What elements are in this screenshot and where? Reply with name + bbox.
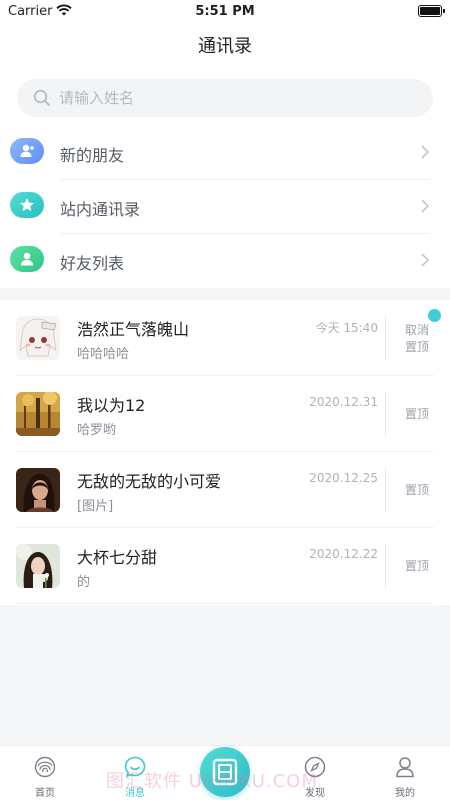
pin-button[interactable]: 置顶 bbox=[396, 406, 438, 423]
search-icon bbox=[33, 89, 50, 106]
chat-name: 大杯七分甜 bbox=[77, 548, 158, 567]
chat-row[interactable]: 无敌的无敌的小可爱 [图片] 2020.12.25 置顶 bbox=[0, 452, 450, 528]
watermark: 图汇软件 UIHHRU.COM bbox=[106, 771, 318, 792]
search-bar[interactable] bbox=[17, 79, 433, 117]
chat-name: 浩然正气落魄山 bbox=[77, 320, 190, 339]
chat-row[interactable]: 浩然正气落魄山 哈哈哈哈 今天 15:40 取消 置顶 bbox=[0, 300, 450, 376]
chat-preview: [图片] bbox=[77, 499, 114, 514]
chat-name: 我以为12 bbox=[77, 396, 146, 415]
chat-row[interactable]: 我以为12 哈罗哟 2020.12.31 置顶 bbox=[0, 376, 450, 452]
divider bbox=[385, 544, 386, 588]
avatar bbox=[16, 468, 60, 512]
chat-list: 浩然正气落魄山 哈哈哈哈 今天 15:40 取消 置顶 我以为12 哈罗哟 20… bbox=[0, 300, 450, 605]
menu-item-label: 新的朋友 bbox=[60, 146, 125, 165]
chat-row[interactable]: 大杯七分甜 的 2020.12.22 置顶 bbox=[0, 528, 450, 604]
chat-name: 无敌的无敌的小可爱 bbox=[77, 472, 222, 491]
friends-list-icon bbox=[10, 246, 44, 272]
menu-item-friends-list[interactable]: 好友列表 bbox=[0, 234, 450, 288]
new-friends-icon bbox=[10, 138, 44, 164]
tab-label: 首页 bbox=[35, 788, 55, 799]
contacts-menu: 新的朋友 站内通讯录 好友列表 bbox=[0, 126, 450, 288]
menu-item-label: 好友列表 bbox=[60, 254, 125, 273]
tab-home[interactable]: 首页 bbox=[0, 746, 90, 800]
nav-header: 通讯录 bbox=[0, 24, 450, 72]
chat-time: 今天 15:40 bbox=[315, 321, 378, 335]
avatar bbox=[16, 316, 60, 360]
chat-preview: 哈罗哟 bbox=[77, 423, 117, 438]
status-bar: Carrier 5:51 PM bbox=[0, 0, 450, 24]
divider bbox=[385, 392, 386, 436]
profile-icon bbox=[396, 757, 414, 778]
pin-button[interactable]: 置顶 bbox=[396, 482, 438, 499]
divider bbox=[385, 316, 386, 360]
unpin-label-line1: 取消 bbox=[404, 323, 429, 337]
battery-icon bbox=[418, 5, 445, 17]
search-section bbox=[0, 72, 450, 128]
menu-item-site-contacts[interactable]: 站内通讯录 bbox=[0, 180, 450, 234]
avatar bbox=[16, 392, 60, 436]
divider bbox=[16, 603, 434, 604]
avatar bbox=[16, 544, 60, 588]
chat-preview: 的 bbox=[77, 575, 91, 590]
chat-time: 2020.12.31 bbox=[309, 395, 378, 409]
unpin-button[interactable]: 取消 置顶 bbox=[396, 322, 438, 356]
chevron-right-icon bbox=[421, 145, 430, 159]
menu-item-new-friends[interactable]: 新的朋友 bbox=[0, 126, 450, 180]
unpin-label-line2: 置顶 bbox=[404, 340, 429, 354]
fingerprint-icon bbox=[34, 756, 56, 778]
search-input[interactable] bbox=[59, 79, 419, 117]
divider bbox=[385, 468, 386, 512]
chevron-right-icon bbox=[421, 253, 430, 267]
tab-label: 我的 bbox=[395, 788, 415, 799]
chat-time: 2020.12.25 bbox=[309, 471, 378, 485]
tab-profile[interactable]: 我的 bbox=[360, 746, 450, 800]
chat-time: 2020.12.22 bbox=[309, 547, 378, 561]
star-icon bbox=[10, 192, 44, 218]
clock: 5:51 PM bbox=[195, 4, 255, 19]
chat-preview: 哈哈哈哈 bbox=[77, 347, 130, 362]
pin-button[interactable]: 置顶 bbox=[396, 558, 438, 575]
menu-item-label: 站内通讯录 bbox=[60, 200, 141, 219]
chevron-right-icon bbox=[421, 199, 430, 213]
page-title: 通讯录 bbox=[198, 36, 252, 57]
